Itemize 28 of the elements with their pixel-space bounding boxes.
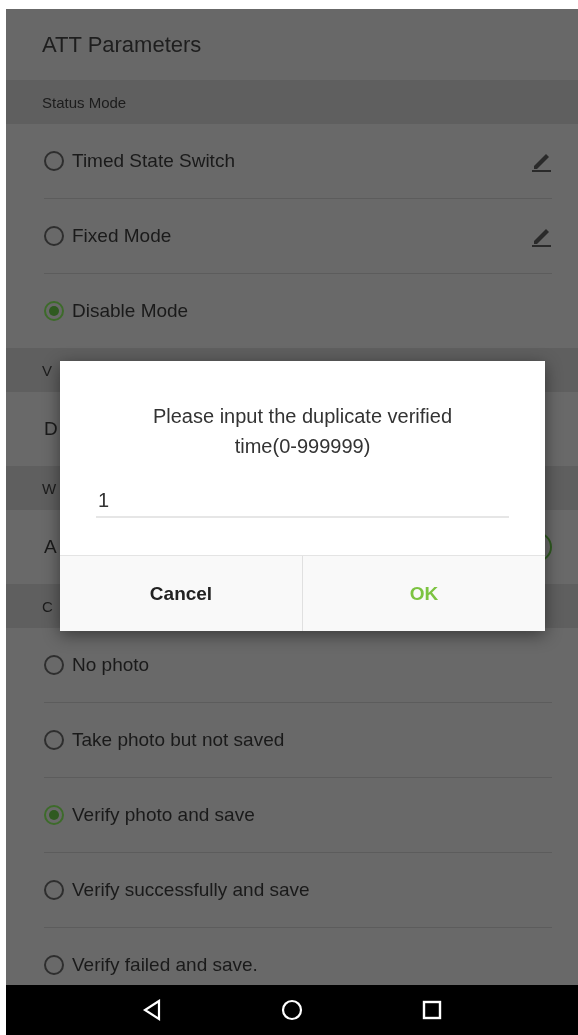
input-field[interactable]: 1: [96, 485, 509, 518]
option-label: Verify photo and save: [72, 804, 256, 826]
option-label: Fixed Mode: [72, 225, 173, 247]
section-header: Status Mode: [42, 93, 127, 111]
radio-button[interactable]: [44, 955, 64, 975]
radio-button[interactable]: [44, 151, 64, 171]
section-header: V: [42, 361, 52, 379]
radio-button[interactable]: [44, 805, 64, 825]
radio-button[interactable]: [44, 880, 64, 900]
option-label: Take photo but not saved: [72, 729, 286, 751]
section-header: W: [42, 479, 57, 497]
radio-button[interactable]: [44, 655, 64, 675]
option-label: Verify successfully and save: [72, 879, 311, 901]
dialog-message: Please input the duplicate verified time(0-999999): [151, 404, 454, 459]
page-title: ATT Parameters: [42, 31, 202, 58]
home-icon[interactable]: [281, 999, 303, 1021]
option-label: No photo: [72, 654, 151, 676]
recent-apps-icon[interactable]: [422, 1000, 443, 1020]
section-header: C: [42, 597, 53, 615]
option-label: Timed State Switch: [72, 150, 236, 172]
option-label: D: [44, 418, 59, 440]
radio-button[interactable]: [44, 730, 64, 750]
radio-button[interactable]: [44, 301, 64, 321]
back-icon[interactable]: [141, 999, 162, 1021]
option-label: Disable Mode: [72, 300, 190, 322]
option-label: A: [44, 536, 58, 558]
radio-button[interactable]: [44, 226, 64, 246]
option-label: Verify failed and save.: [72, 954, 259, 976]
